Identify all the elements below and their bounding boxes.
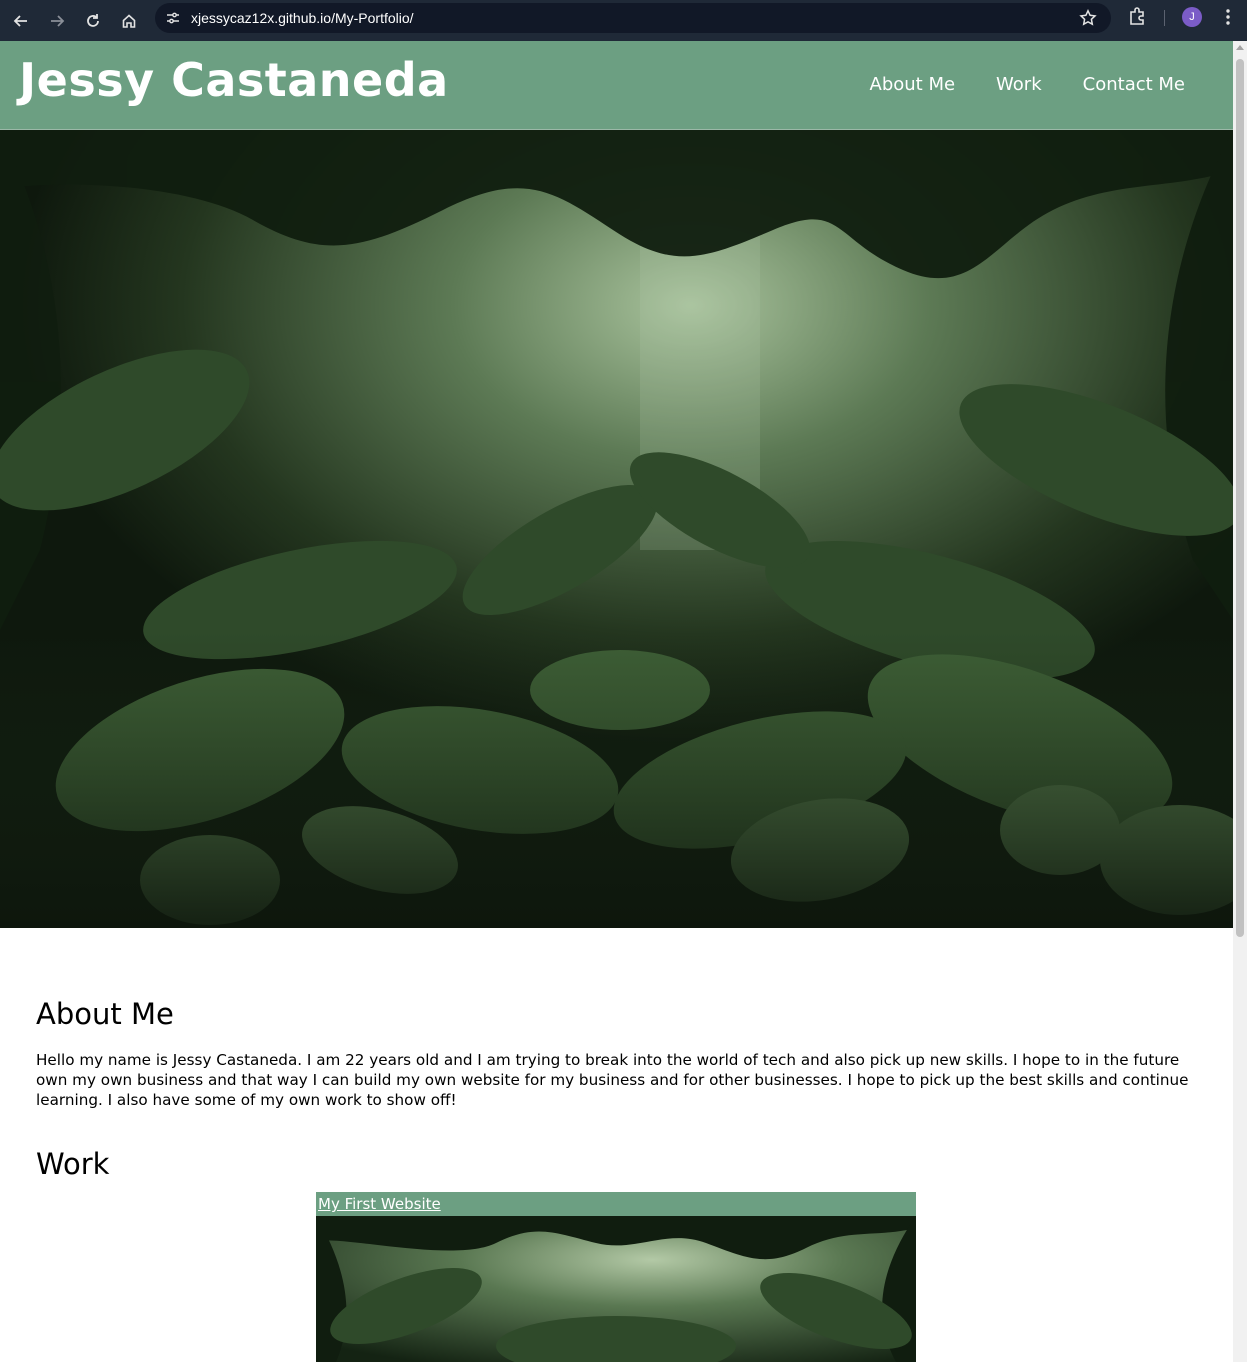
- reload-icon[interactable]: [75, 5, 111, 37]
- extensions-icon[interactable]: [1127, 6, 1147, 30]
- page-viewport: Jessy Castaneda About Me Work Contact Me: [0, 41, 1233, 1362]
- page-scrollbar[interactable]: [1233, 41, 1247, 1362]
- url-text[interactable]: xjessycaz12x.github.io/My-Portfolio/: [191, 10, 414, 26]
- address-bar[interactable]: xjessycaz12x.github.io/My-Portfolio/: [155, 3, 1111, 33]
- project-thumbnail-image[interactable]: [316, 1216, 916, 1362]
- menu-kebab-icon[interactable]: [1220, 7, 1236, 31]
- project-link-my-first-website[interactable]: My First Website: [316, 1192, 916, 1216]
- work-heading: Work: [36, 1147, 110, 1181]
- nav-link-contact-me[interactable]: Contact Me: [1083, 74, 1185, 95]
- toolbar-divider: [1164, 10, 1165, 26]
- about-paragraph: Hello my name is Jessy Castaneda. I am 2…: [36, 1051, 1189, 1109]
- hero-jungle-image: [0, 130, 1233, 928]
- forward-icon[interactable]: [39, 5, 75, 37]
- browser-toolbar: xjessycaz12x.github.io/My-Portfolio/ J: [0, 0, 1247, 41]
- project-card: My First Website: [316, 1192, 916, 1216]
- nav-link-work[interactable]: Work: [996, 74, 1042, 95]
- site-settings-icon[interactable]: [165, 10, 181, 26]
- back-icon[interactable]: [3, 5, 39, 37]
- home-icon[interactable]: [111, 5, 147, 37]
- bookmark-star-icon[interactable]: [1079, 9, 1097, 31]
- nav-link-about-me[interactable]: About Me: [870, 74, 956, 95]
- site-nav: About Me Work Contact Me: [870, 74, 1186, 95]
- about-heading: About Me: [36, 997, 174, 1031]
- scroll-up-arrow-icon[interactable]: [1236, 45, 1244, 50]
- site-header: Jessy Castaneda About Me Work Contact Me: [0, 41, 1233, 130]
- profile-avatar[interactable]: J: [1182, 7, 1202, 27]
- scrollbar-thumb[interactable]: [1236, 59, 1244, 937]
- site-title: Jessy Castaneda: [19, 53, 449, 107]
